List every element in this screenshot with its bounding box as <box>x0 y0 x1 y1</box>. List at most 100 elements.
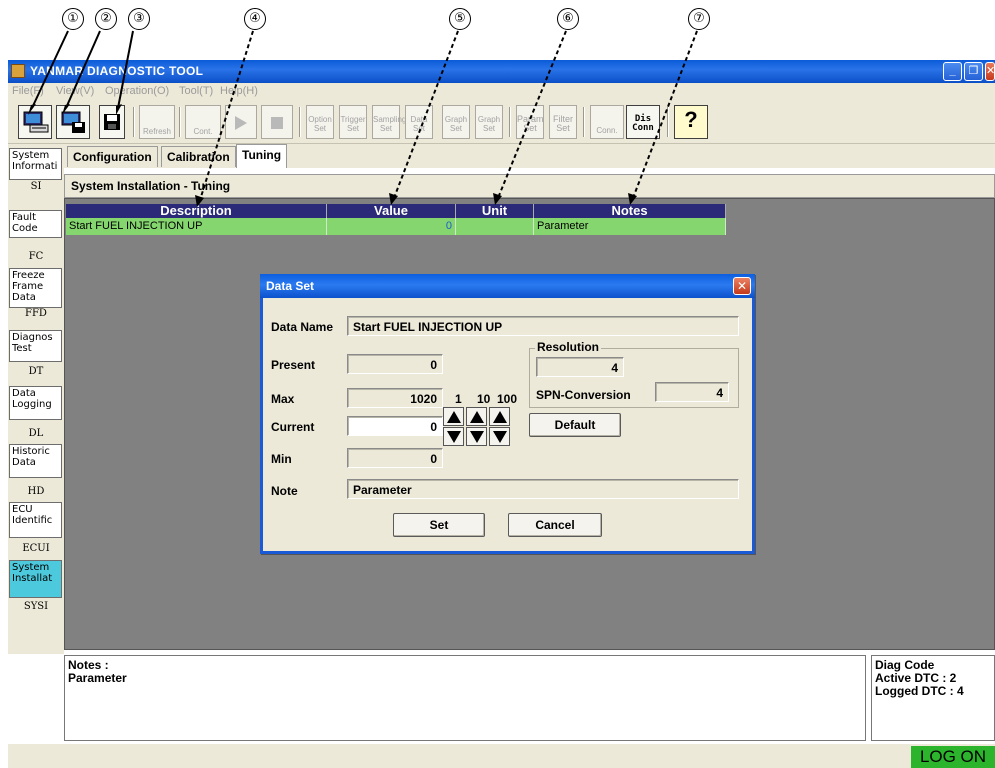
sidebar-item-historic-data[interactable]: Historic Data <box>9 444 62 478</box>
sidebar: System Informati SI Fault Code FC Freeze… <box>8 144 64 654</box>
sidebar-item-system-information[interactable]: System Informati <box>9 148 62 180</box>
tab-calibration[interactable]: Calibration <box>161 146 236 167</box>
column-header-notes[interactable]: Notes <box>534 204 726 218</box>
step-100-label: 100 <box>497 392 518 406</box>
disconnect-button[interactable]: Dis Conn <box>626 105 660 139</box>
callout-4: ④ <box>244 8 266 30</box>
present-field: 0 <box>347 354 443 374</box>
decrement-10-button[interactable] <box>466 427 487 446</box>
continue-button[interactable]: Cont. <box>185 105 221 139</box>
menu-help[interactable]: Help(H) <box>220 85 258 97</box>
help-icon[interactable]: ? <box>674 105 708 139</box>
tab-strip: Configuration Calibration Tuning <box>64 144 995 168</box>
filter-set-button[interactable]: Filter Set <box>549 105 577 139</box>
increment-10-button[interactable] <box>466 407 487 426</box>
dialog-titlebar: Data Set ✕ <box>260 274 755 298</box>
status-bar: LOG ON <box>8 744 995 768</box>
param-set-button[interactable]: Param Set <box>516 105 544 139</box>
increment-100-button[interactable] <box>489 407 510 426</box>
arrow-up-icon <box>470 411 484 423</box>
sidebar-code-fc: FC <box>28 251 44 262</box>
callout-2: ② <box>95 8 117 30</box>
data-name-field: Start FUEL INJECTION UP <box>347 316 739 336</box>
cell-value[interactable]: 0 <box>327 218 456 235</box>
resolution-label: Resolution <box>535 340 601 354</box>
menu-view[interactable]: View(V) <box>56 85 94 97</box>
set-button[interactable]: Set <box>393 513 485 537</box>
close-window-button[interactable]: ✕ <box>985 62 995 81</box>
step-10-label: 10 <box>477 392 491 406</box>
menu-file[interactable]: File(F) <box>12 85 44 97</box>
spn-conversion-field: 4 <box>655 382 729 402</box>
column-header-description[interactable]: Description <box>66 204 327 218</box>
callout-3: ③ <box>128 8 150 30</box>
min-field: 0 <box>347 448 443 468</box>
sidebar-code-dl: DL <box>28 428 44 439</box>
callout-6: ⑥ <box>557 8 579 30</box>
refresh-button[interactable]: Refresh <box>139 105 175 139</box>
default-button[interactable]: Default <box>529 413 621 437</box>
sidebar-code-hd: HD <box>27 486 45 497</box>
logged-dtc-count: Logged DTC : 4 <box>875 684 964 698</box>
notes-text: Parameter <box>68 671 127 685</box>
computer-save-icon <box>61 111 85 133</box>
tab-configuration[interactable]: Configuration <box>67 146 158 167</box>
sidebar-code-si: SI <box>30 181 42 192</box>
menu-bar: File(F) View(V) Operation(O) Tool(T) Hel… <box>8 83 995 101</box>
dialog-close-button[interactable]: ✕ <box>733 277 751 295</box>
menu-tool[interactable]: Tool(T) <box>179 85 213 97</box>
increment-1-button[interactable] <box>443 407 464 426</box>
arrow-down-icon <box>493 431 507 443</box>
sidebar-item-diagnos-test[interactable]: Diagnos Test <box>9 330 62 362</box>
log-on-indicator: LOG ON <box>911 746 995 768</box>
cell-notes[interactable]: Parameter <box>534 218 726 235</box>
save-screen-button[interactable] <box>56 105 90 139</box>
max-label: Max <box>271 392 295 406</box>
cancel-button[interactable]: Cancel <box>508 513 602 537</box>
callout-1: ① <box>62 8 84 30</box>
max-field: 1020 <box>347 388 443 408</box>
panel-title: System Installation - Tuning <box>64 174 995 198</box>
data-set-button[interactable]: Data Set <box>405 105 433 139</box>
tab-tuning[interactable]: Tuning <box>236 144 288 168</box>
connect-button[interactable]: Conn. <box>590 105 624 139</box>
sidebar-code-ffd: FFD <box>25 308 47 319</box>
toolbar: Refresh Cont. Option Set Trigger Set Sam… <box>8 101 995 144</box>
notes-heading: Notes : <box>68 658 109 672</box>
sampling-set-button[interactable]: Sampling Set <box>372 105 406 139</box>
cell-description[interactable]: Start FUEL INJECTION UP <box>66 218 327 235</box>
option-set-button[interactable]: Option Set <box>306 105 334 139</box>
sidebar-item-system-installation[interactable]: System Installat <box>9 560 62 598</box>
decrement-1-button[interactable] <box>443 427 464 446</box>
note-field: Parameter <box>347 479 739 499</box>
trigger-set-button[interactable]: Trigger Set <box>339 105 367 139</box>
notes-panel: Notes : Parameter <box>64 655 866 741</box>
cell-unit[interactable] <box>456 218 534 235</box>
floppy-disk-icon <box>104 114 120 130</box>
decrement-100-button[interactable] <box>489 427 510 446</box>
window-titlebar: YANMAR DIAGNOSTIC TOOL _ ❐ ✕ <box>8 60 995 83</box>
current-value-input[interactable]: 0 <box>347 416 443 436</box>
print-button[interactable] <box>18 105 52 139</box>
play-icon <box>235 116 247 130</box>
save-button[interactable] <box>99 105 125 139</box>
graph-set-button-1[interactable]: Graph Set <box>442 105 470 139</box>
minimize-button[interactable]: _ <box>943 62 962 81</box>
arrow-up-icon <box>447 411 461 423</box>
sidebar-code-ecui: ECUI <box>22 543 50 554</box>
restore-button[interactable]: ❐ <box>964 62 983 81</box>
spn-conversion-label: SPN-Conversion <box>536 388 631 402</box>
menu-operation[interactable]: Operation(O) <box>105 85 169 97</box>
stop-button[interactable] <box>261 105 293 139</box>
play-button[interactable] <box>225 105 257 139</box>
sidebar-item-freeze-frame-data[interactable]: Freeze Frame Data <box>9 268 62 308</box>
data-set-dialog: Data Set ✕ Data Name Start FUEL INJECTIO… <box>260 274 755 554</box>
sidebar-item-data-logging[interactable]: Data Logging <box>9 386 62 420</box>
column-header-value[interactable]: Value <box>327 204 456 218</box>
data-name-label: Data Name <box>271 320 334 334</box>
column-header-unit[interactable]: Unit <box>456 204 534 218</box>
diag-code-panel: Diag Code Active DTC : 2 Logged DTC : 4 <box>871 655 995 741</box>
sidebar-item-fault-code[interactable]: Fault Code <box>9 210 62 238</box>
sidebar-item-ecu-identification[interactable]: ECU Identific <box>9 502 62 538</box>
graph-set-button-2[interactable]: Graph Set <box>475 105 503 139</box>
